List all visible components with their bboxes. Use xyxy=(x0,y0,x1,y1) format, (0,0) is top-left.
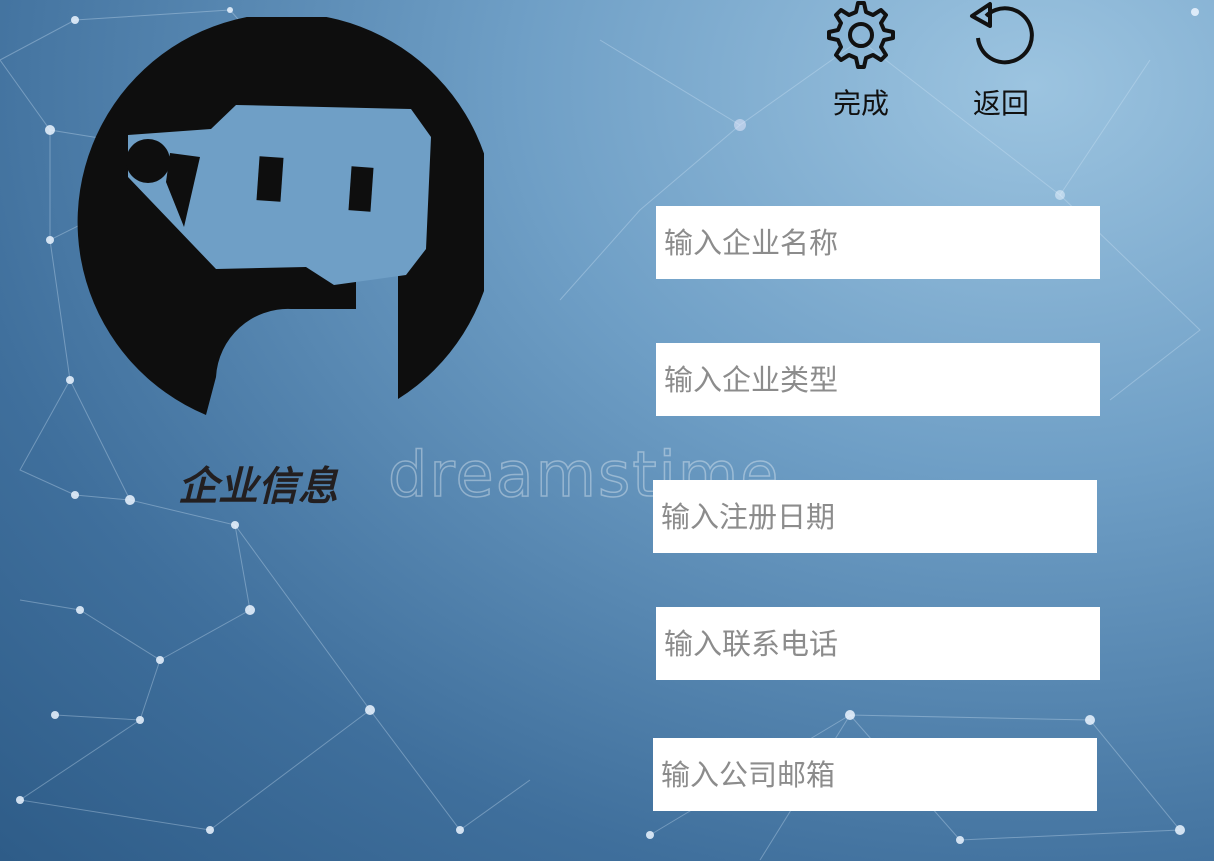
back-label: 返回 xyxy=(972,87,1029,120)
done-label: 完成 xyxy=(832,87,889,120)
email-input[interactable] xyxy=(653,738,1097,811)
back-button[interactable]: 返回 xyxy=(956,0,1046,122)
company-type-input[interactable] xyxy=(656,343,1100,416)
undo-icon xyxy=(970,2,1034,65)
gear-icon xyxy=(827,1,895,69)
done-button[interactable]: 完成 xyxy=(816,0,906,122)
register-date-input[interactable] xyxy=(653,480,1097,553)
company-name-input[interactable] xyxy=(656,206,1100,279)
robot-avatar-icon xyxy=(77,17,484,415)
phone-input[interactable] xyxy=(656,607,1100,680)
page-title: 企业信息 xyxy=(178,464,338,510)
